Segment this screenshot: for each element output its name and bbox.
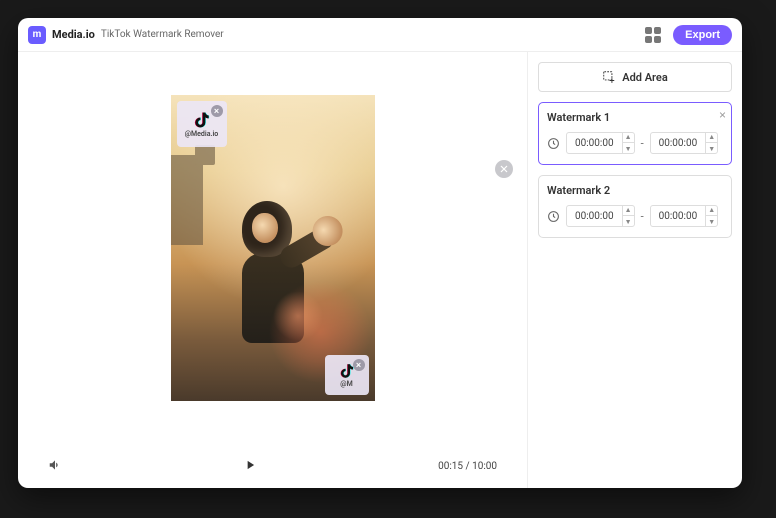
end-time-value: 00:00:00 xyxy=(651,211,706,222)
time-stepper[interactable]: ▲▼ xyxy=(622,205,634,227)
main-area: × @Media.io × xyxy=(18,52,742,488)
time-stepper[interactable]: ▲▼ xyxy=(622,132,634,154)
card-title: Watermark 1 xyxy=(547,111,723,124)
remove-watermark-icon[interactable]: × xyxy=(211,105,223,117)
app-logo: m xyxy=(28,26,46,44)
volume-icon[interactable] xyxy=(48,457,62,476)
time-range-row: 00:00:00 ▲▼ - 00:00:00 ▲▼ xyxy=(547,132,723,154)
play-icon[interactable] xyxy=(243,457,257,476)
chevron-down-icon[interactable]: ▼ xyxy=(623,143,634,154)
chevron-down-icon[interactable]: ▼ xyxy=(706,216,717,227)
add-area-button[interactable]: Add Area xyxy=(538,62,732,92)
time-current: 00:15 xyxy=(438,461,463,472)
page-subtitle: TikTok Watermark Remover xyxy=(101,29,224,40)
app-window: m Media.io TikTok Watermark Remover Expo… xyxy=(18,18,742,488)
close-icon[interactable]: × xyxy=(719,108,726,122)
time-total: 10:00 xyxy=(472,461,497,472)
start-time-input[interactable]: 00:00:00 ▲▼ xyxy=(566,132,635,154)
chevron-up-icon[interactable]: ▲ xyxy=(706,132,717,143)
time-display: 00:15 / 10:00 xyxy=(438,461,497,472)
watermark-card-1[interactable]: × Watermark 1 00:00:00 ▲▼ - 00:00:00 ▲▼ xyxy=(538,102,732,165)
video-area: × @Media.io × xyxy=(18,52,527,444)
range-separator: - xyxy=(641,137,644,150)
time-range-row: 00:00:00 ▲▼ - 00:00:00 ▲▼ xyxy=(547,205,723,227)
chevron-up-icon[interactable]: ▲ xyxy=(623,132,634,143)
chevron-up-icon[interactable]: ▲ xyxy=(623,205,634,216)
chevron-down-icon[interactable]: ▼ xyxy=(623,216,634,227)
apps-grid-icon[interactable] xyxy=(645,27,661,43)
add-area-icon xyxy=(602,70,616,84)
watermark-overlay-1[interactable]: × @Media.io xyxy=(177,101,227,147)
preview-panel: × @Media.io × xyxy=(18,52,528,488)
remove-watermark-icon[interactable]: × xyxy=(353,359,365,371)
video-frame[interactable]: × @Media.io × xyxy=(171,95,375,401)
watermark-label: @M xyxy=(340,380,352,388)
clock-icon xyxy=(547,137,560,150)
chevron-up-icon[interactable]: ▲ xyxy=(706,205,717,216)
export-button[interactable]: Export xyxy=(673,25,732,45)
time-stepper[interactable]: ▲▼ xyxy=(705,132,717,154)
chevron-down-icon[interactable]: ▼ xyxy=(706,143,717,154)
tiktok-icon xyxy=(192,110,212,130)
brand-name: Media.io xyxy=(52,28,95,41)
end-time-input[interactable]: 00:00:00 ▲▼ xyxy=(650,205,719,227)
start-time-value: 00:00:00 xyxy=(567,211,622,222)
range-separator: - xyxy=(641,210,644,223)
start-time-input[interactable]: 00:00:00 ▲▼ xyxy=(566,205,635,227)
player-controls: 00:15 / 10:00 xyxy=(18,444,527,488)
watermark-card-2[interactable]: Watermark 2 00:00:00 ▲▼ - 00:00:00 ▲▼ xyxy=(538,175,732,238)
clock-icon xyxy=(547,210,560,223)
card-title: Watermark 2 xyxy=(547,184,723,197)
end-time-input[interactable]: 00:00:00 ▲▼ xyxy=(650,132,719,154)
watermark-overlay-2[interactable]: × @M xyxy=(325,355,369,395)
end-time-value: 00:00:00 xyxy=(651,138,706,149)
sidebar: Add Area × Watermark 1 00:00:00 ▲▼ - 00:… xyxy=(528,52,742,488)
add-area-label: Add Area xyxy=(622,71,668,84)
topbar: m Media.io TikTok Watermark Remover Expo… xyxy=(18,18,742,52)
watermark-label: @Media.io xyxy=(185,130,218,138)
time-stepper[interactable]: ▲▼ xyxy=(705,205,717,227)
start-time-value: 00:00:00 xyxy=(567,138,622,149)
clear-selection-icon[interactable] xyxy=(495,160,513,178)
